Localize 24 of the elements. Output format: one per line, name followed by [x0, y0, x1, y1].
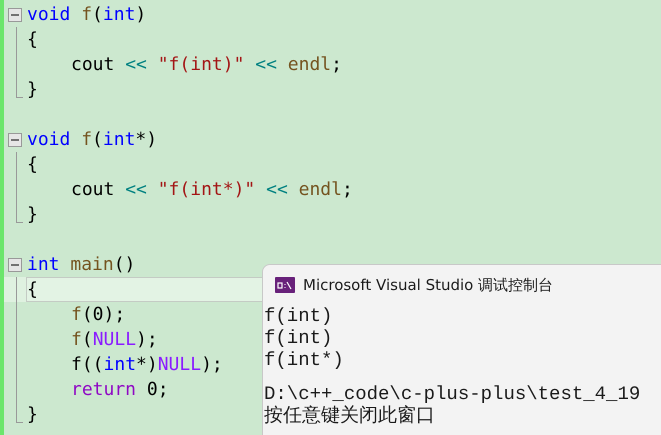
collapse-icon[interactable]	[8, 8, 22, 22]
code-line: {	[26, 28, 39, 52]
code-line: int main()	[26, 253, 136, 277]
code-line: return 0;	[70, 378, 170, 402]
console-output-line: D:\c++_code\c-plus-plus\test_4_19	[264, 383, 642, 405]
console-output-line: f(int)	[264, 305, 334, 327]
collapse-icon[interactable]	[8, 258, 22, 272]
code-line: f(NULL);	[70, 328, 159, 352]
code-line: f(0);	[70, 303, 126, 327]
console-output-line: 按任意键关闭此窗口	[264, 405, 436, 427]
console-output-line: f(int)	[264, 327, 334, 349]
code-line: cout << "f(int)" << endl;	[70, 53, 343, 77]
code-line: }	[26, 403, 39, 427]
code-line: }	[26, 78, 39, 102]
code-line: cout << "f(int*)" << endl;	[70, 178, 354, 202]
code-line: f((int*)NULL);	[70, 353, 224, 377]
code-line: }	[26, 203, 39, 227]
code-line: void f(int)	[26, 3, 148, 27]
collapse-icon[interactable]	[8, 133, 22, 147]
code-line: {	[26, 153, 39, 177]
code-line: void f(int*)	[26, 128, 158, 152]
window-title: Microsoft Visual Studio 调试控制台	[303, 276, 554, 294]
console-output-line: f(int*)	[264, 349, 345, 371]
console-icon	[275, 277, 295, 293]
